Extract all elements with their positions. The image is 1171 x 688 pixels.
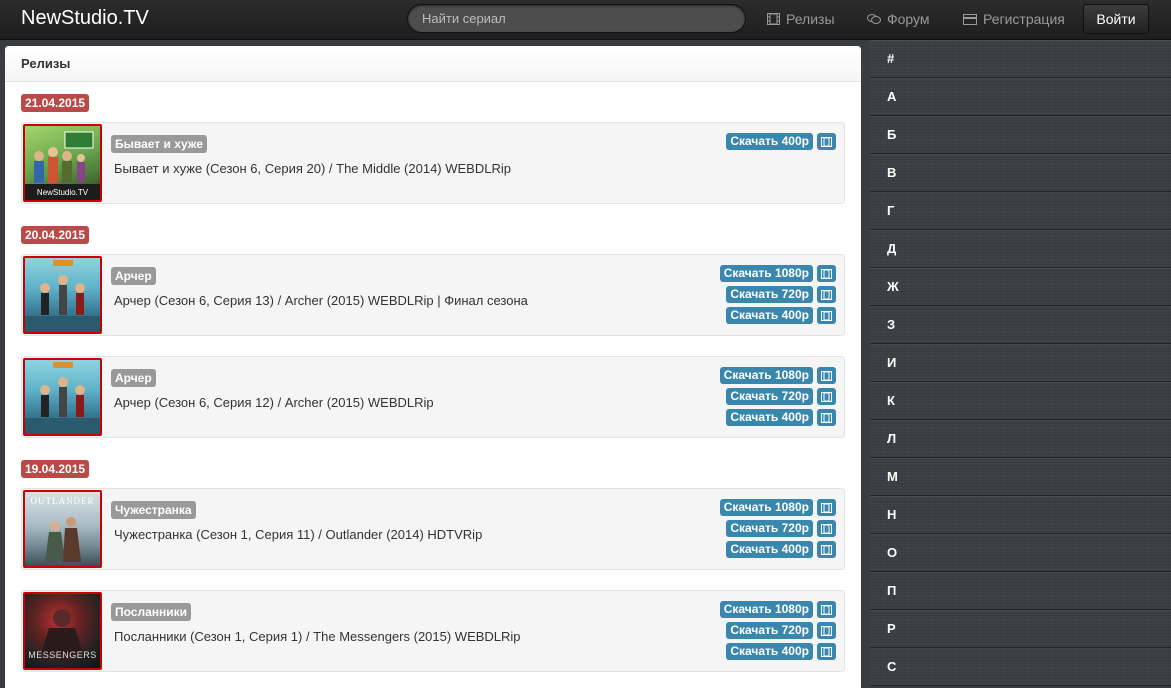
nav-releases-label: Релизы (786, 11, 835, 27)
letter-item[interactable]: Н (870, 496, 1171, 534)
date-badge: 21.04.2015 (21, 94, 90, 112)
release-item: OUTLANDER Чужестранка Чужестранка (Сезон… (21, 488, 845, 570)
film-icon[interactable] (817, 622, 836, 639)
letter-item[interactable]: В (870, 154, 1171, 192)
poster-image[interactable] (23, 358, 102, 436)
comments-icon (867, 13, 881, 25)
download-row: Скачать 720p (726, 520, 836, 537)
release-item: Арчер Арчер (Сезон 6, Серия 13) / Archer… (21, 254, 845, 336)
poster-image[interactable]: NewStudio.TV (23, 124, 102, 202)
date-badge: 19.04.2015 (21, 460, 90, 478)
download-400p-button[interactable]: Скачать 400p (726, 643, 813, 660)
download-720p-button[interactable]: Скачать 720p (726, 286, 813, 303)
download-720p-button[interactable]: Скачать 720p (726, 520, 813, 537)
download-row: Скачать 400p (726, 133, 836, 150)
download-row: Скачать 400p (726, 541, 836, 558)
nav-register-link[interactable]: Регистрация (963, 11, 1065, 27)
film-icon[interactable] (817, 601, 836, 618)
poster-caption: MESSENGERS (28, 650, 97, 660)
top-navbar: NewStudio.TV Найти сериал Релизы Форум Р… (0, 0, 1171, 40)
film-icon[interactable] (817, 499, 836, 516)
letter-item[interactable]: # (870, 40, 1171, 78)
film-icon[interactable] (817, 541, 836, 558)
show-label[interactable]: Арчер (111, 267, 156, 285)
film-icon[interactable] (817, 265, 836, 282)
letter-item[interactable]: П (870, 572, 1171, 610)
letter-item[interactable]: М (870, 458, 1171, 496)
download-row: Скачать 1080p (719, 499, 836, 516)
show-label[interactable]: Посланники (111, 603, 192, 621)
letter-item[interactable]: И (870, 344, 1171, 382)
release-title[interactable]: Арчер (Сезон 6, Серия 13) / Archer (2015… (114, 293, 528, 308)
download-row: Скачать 400p (726, 643, 836, 660)
show-label[interactable]: Арчер (111, 369, 156, 387)
card-icon (963, 13, 977, 25)
letter-item[interactable]: Г (870, 192, 1171, 230)
letter-item[interactable]: К (870, 382, 1171, 420)
download-400p-button[interactable]: Скачать 400p (726, 133, 813, 150)
download-row: Скачать 720p (726, 388, 836, 405)
download-1080p-button[interactable]: Скачать 1080p (719, 499, 813, 516)
download-1080p-button[interactable]: Скачать 1080p (719, 265, 813, 282)
film-icon[interactable] (817, 307, 836, 324)
releases-panel: Релизы 21.04.2015 NewStudio.TV Бывает и … (5, 46, 861, 688)
film-icon[interactable] (817, 367, 836, 384)
letter-item[interactable]: Р (870, 610, 1171, 648)
release-title[interactable]: Чужестранка (Сезон 1, Серия 11) / Outlan… (114, 527, 482, 542)
film-icon[interactable] (817, 133, 836, 150)
download-720p-button[interactable]: Скачать 720p (726, 388, 813, 405)
release-title[interactable]: Бывает и хуже (Сезон 6, Серия 20) / The … (114, 161, 511, 176)
show-label[interactable]: Бывает и хуже (111, 135, 207, 153)
login-button[interactable]: Войти (1083, 4, 1149, 34)
release-title[interactable]: Посланники (Сезон 1, Серия 1) / The Mess… (114, 629, 521, 644)
nav-releases-link[interactable]: Релизы (767, 11, 835, 27)
letter-item[interactable]: Д (870, 230, 1171, 268)
download-400p-button[interactable]: Скачать 400p (726, 307, 813, 324)
film-icon[interactable] (817, 643, 836, 660)
alphabet-sidebar: # А Б В Г Д Ж З И К Л М Н О П Р С (870, 40, 1171, 688)
download-row: Скачать 1080p (719, 265, 836, 282)
letter-item[interactable]: Л (870, 420, 1171, 458)
release-item: MESSENGERS Посланники Посланники (Сезон … (21, 590, 845, 672)
letter-item[interactable]: О (870, 534, 1171, 572)
letter-item[interactable]: Б (870, 116, 1171, 154)
release-item: Арчер Арчер (Сезон 6, Серия 12) / Archer… (21, 356, 845, 438)
film-icon[interactable] (817, 388, 836, 405)
film-icon[interactable] (817, 520, 836, 537)
letter-item[interactable]: С (870, 648, 1171, 686)
download-400p-button[interactable]: Скачать 400p (726, 409, 813, 426)
releases-heading: Релизы (5, 46, 861, 82)
release-item: NewStudio.TV Бывает и хуже Бывает и хуже… (21, 122, 845, 204)
download-row: Скачать 720p (726, 622, 836, 639)
date-badge: 20.04.2015 (21, 226, 90, 244)
site-logo[interactable]: NewStudio.TV (21, 7, 149, 30)
download-1080p-button[interactable]: Скачать 1080p (719, 367, 813, 384)
download-row: Скачать 400p (726, 409, 836, 426)
show-label[interactable]: Чужестранка (111, 501, 196, 519)
film-icon[interactable] (817, 409, 836, 426)
search-input[interactable]: Найти сериал (407, 4, 746, 33)
film-icon (767, 13, 780, 25)
download-row: Скачать 1080p (719, 601, 836, 618)
poster-image[interactable]: OUTLANDER (23, 490, 102, 568)
release-title[interactable]: Арчер (Сезон 6, Серия 12) / Archer (2015… (114, 395, 434, 410)
letter-item[interactable]: А (870, 78, 1171, 116)
download-1080p-button[interactable]: Скачать 1080p (719, 601, 813, 618)
letter-item[interactable]: Ж (870, 268, 1171, 306)
letter-item[interactable]: З (870, 306, 1171, 344)
download-row: Скачать 1080p (719, 367, 836, 384)
download-720p-button[interactable]: Скачать 720p (726, 622, 813, 639)
poster-caption: OUTLANDER (30, 496, 95, 506)
download-400p-button[interactable]: Скачать 400p (726, 541, 813, 558)
poster-image[interactable] (23, 256, 102, 334)
film-icon[interactable] (817, 286, 836, 303)
download-row: Скачать 720p (726, 286, 836, 303)
poster-caption: NewStudio.TV (36, 188, 89, 197)
download-row: Скачать 400p (726, 307, 836, 324)
nav-forum-label: Форум (887, 11, 930, 27)
nav-register-label: Регистрация (983, 11, 1065, 27)
nav-forum-link[interactable]: Форум (867, 11, 930, 27)
poster-image[interactable]: MESSENGERS (23, 592, 102, 670)
